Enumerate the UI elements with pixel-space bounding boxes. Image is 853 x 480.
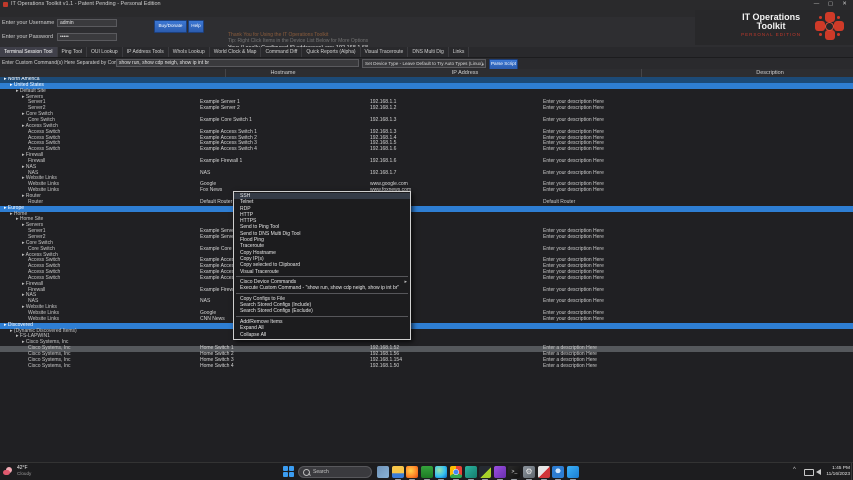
custom-command-label: Enter Custom Command(s) Here Separated b…: [2, 58, 129, 69]
branding-panel: IT Operations Toolkit PERSONAL EDITION: [695, 10, 853, 45]
cmd-icon-glyph: >_: [508, 466, 520, 478]
custom-command-input[interactable]: show run, show cdp neigh, show ip int br: [116, 59, 359, 67]
remote-desktop-icon[interactable]: [538, 466, 550, 478]
clock-date: 11/16/2023: [822, 472, 850, 478]
contacts-icon[interactable]: [552, 466, 564, 478]
cmd-icon[interactable]: >_: [508, 466, 520, 478]
search-icon: [303, 469, 310, 476]
settings-gear-icon[interactable]: ⚙: [523, 466, 535, 478]
help-button[interactable]: Help: [188, 20, 204, 33]
close-button[interactable]: ✕: [838, 0, 851, 9]
vscode-icon[interactable]: [567, 466, 579, 478]
context-menu: SSHTelnetRDPHTTPHTTPSSend to Ping ToolSe…: [233, 191, 411, 340]
context-menu-item-search-stored-configs-exclude[interactable]: Search Stored Configs (Exclude): [234, 308, 410, 314]
weather-widget[interactable]: 42°F Cloudy: [3, 465, 31, 477]
tab-ip-address-tools[interactable]: IP Address Tools: [123, 47, 169, 57]
tab-bar: Terminal Session ToolPing ToolOUI Lookup…: [0, 47, 853, 58]
menu-separator: [236, 316, 408, 317]
brand-title-line2: Toolkit: [741, 22, 801, 31]
capture-app-icon[interactable]: [479, 466, 491, 478]
tree-row-device[interactable]: Cisco Systems, Inc Home Switch 4 192.168.1…: [0, 364, 853, 370]
brand-edition: PERSONAL EDITION: [741, 31, 801, 38]
volume-icon[interactable]: [816, 469, 821, 475]
chrome-icon[interactable]: [450, 466, 462, 478]
app-icon: [3, 2, 8, 7]
device-type-value: Set Device Type - Leave Default to Try A…: [365, 61, 483, 66]
minimize-button[interactable]: —: [810, 0, 823, 9]
command-bar: Enter Custom Command(s) Here Separated b…: [0, 58, 853, 69]
tab-quick-reports-alpha[interactable]: Quick Reports (Alpha): [302, 47, 360, 57]
status-line-2: Tip: Right Click Items in the Device Lis…: [228, 38, 368, 44]
tab-links[interactable]: Links: [449, 47, 470, 57]
context-menu-item-execute-custom-command-show-run-show-cdp[interactable]: Execute Custom Command - "show run, show…: [234, 285, 410, 291]
title-bar: IT Operations Toolkit v1.1 - Patent Pend…: [0, 0, 853, 9]
device-tree: ▸ North America▸ United States▸ Default …: [0, 77, 853, 462]
chevron-down-icon: ▾: [482, 61, 484, 68]
tab-ping-tool[interactable]: Ping Tool: [58, 47, 87, 57]
column-divider: [641, 69, 642, 77]
tab-dns-multi-dig[interactable]: DNS Multi Dig: [408, 47, 448, 57]
tab-visual-traceroute[interactable]: Visual Traceroute: [361, 47, 409, 57]
tab-terminal-session-tool[interactable]: Terminal Session Tool: [0, 47, 58, 57]
description-cell: Enter a description Here: [543, 364, 597, 370]
taskbar-search[interactable]: Search: [298, 466, 372, 478]
vm-console-icon[interactable]: [421, 466, 433, 478]
ip-cell: 192.168.1.50: [370, 364, 399, 370]
tab-whois-lookup[interactable]: WhoIs Lookup: [169, 47, 210, 57]
context-menu-item-visual-traceroute[interactable]: Visual Traceroute: [234, 269, 410, 275]
settings-gear-icon-glyph: ⚙: [523, 466, 535, 478]
teal-app-icon[interactable]: [465, 466, 477, 478]
column-divider: [225, 69, 226, 77]
column-header-description[interactable]: Description: [756, 69, 784, 77]
device-type-dropdown[interactable]: Set Device Type - Leave Default to Try A…: [362, 59, 486, 68]
edge-icon[interactable]: [435, 466, 447, 478]
purple-app-icon[interactable]: [494, 466, 506, 478]
menu-separator: [236, 276, 408, 277]
column-header-hostname[interactable]: Hostname: [270, 69, 295, 77]
tree-label: Cisco Systems, Inc: [28, 364, 71, 370]
toolkit-gear-logo-icon: [815, 12, 845, 42]
password-input[interactable]: •••••: [57, 33, 117, 41]
widgets-icon[interactable]: [377, 466, 389, 478]
taskbar: 42°F Cloudy Search ^ 1:45 PM 11/16/2023 …: [0, 462, 853, 480]
file-explorer-icon[interactable]: [392, 466, 404, 478]
start-button[interactable]: [283, 466, 295, 478]
context-menu-item-collapse-all[interactable]: Collapse All: [234, 332, 410, 338]
maximize-button[interactable]: ▢: [824, 0, 837, 9]
tab-command-diff[interactable]: Command Diff: [261, 47, 302, 57]
username-input[interactable]: admin: [57, 19, 117, 27]
buy-donate-button[interactable]: Buy/Donate: [154, 20, 187, 33]
column-header-ip[interactable]: IP Address: [452, 69, 479, 77]
window-title: IT Operations Toolkit v1.1 - Patent Pend…: [11, 0, 161, 9]
network-icon[interactable]: [804, 469, 814, 476]
taskbar-clock[interactable]: 1:45 PM 11/16/2023: [822, 466, 850, 478]
tab-oui-lookup[interactable]: OUI Lookup: [87, 47, 123, 57]
firefox-icon[interactable]: [406, 466, 418, 478]
hostname-cell: Home Switch 4: [200, 364, 234, 370]
tray-chevron-up-icon[interactable]: ^: [793, 467, 796, 473]
weather-cloud-icon: [3, 466, 14, 477]
menu-separator: [236, 293, 408, 294]
weather-condition: Cloudy: [17, 471, 31, 477]
tab-world-clock-map[interactable]: World Clock & Map: [210, 47, 262, 57]
password-label: Enter your Password: [2, 34, 53, 40]
app-window: IT Operations Toolkit v1.1 - Patent Pend…: [0, 0, 853, 480]
search-label: Search: [313, 469, 329, 475]
username-label: Enter your Username: [2, 20, 54, 26]
